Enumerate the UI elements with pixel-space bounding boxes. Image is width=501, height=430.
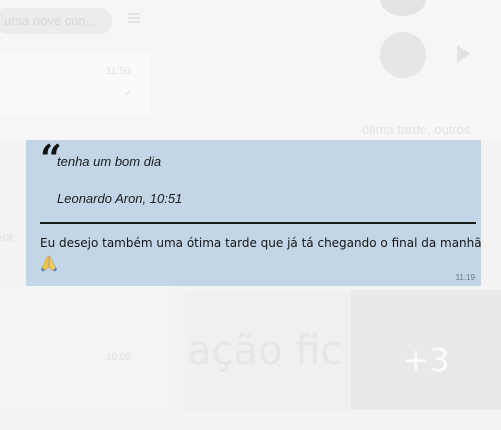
quoted-message-author: Leonardo Aron, 10:51 xyxy=(57,191,183,206)
more-photos-tile[interactable]: +3 xyxy=(351,290,501,410)
folded-hands-emoji-icon xyxy=(41,255,57,272)
read-check-icon: ✓ xyxy=(124,86,134,99)
message-time: 11:19 xyxy=(455,273,475,282)
message-text: Eu desejo também uma ótima tarde que já … xyxy=(40,236,482,250)
message-bubble[interactable]: “ tenha um bom dia Leonardo Aron, 10:51 … xyxy=(26,140,482,286)
previous-message-text: ótima tarde, outros xyxy=(362,122,471,137)
previous-message-bubble: 10:08 xyxy=(0,286,170,410)
search-field[interactable]: ursa nove con… xyxy=(0,8,112,34)
audio-avatar[interactable] xyxy=(380,32,426,78)
play-icon[interactable] xyxy=(457,45,470,63)
image-thumbnail[interactable]: ação fic xyxy=(185,292,350,410)
quote-divider xyxy=(40,222,476,224)
previous-message-time: 10:08 xyxy=(106,352,132,363)
previous-message-bubble xyxy=(0,52,150,116)
quoted-message-text: tenha um bom dia xyxy=(57,154,162,169)
partial-text: ent xyxy=(0,230,13,244)
menu-icon[interactable] xyxy=(128,13,140,23)
previous-message-time: 11:50 xyxy=(106,66,131,77)
